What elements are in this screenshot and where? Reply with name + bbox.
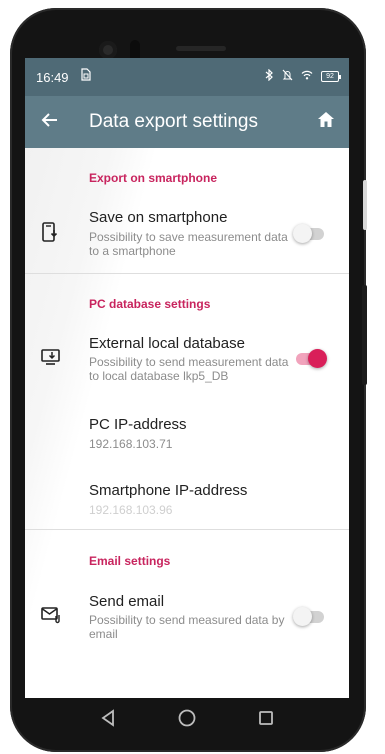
- sim-icon: [80, 68, 91, 84]
- external-database-title: External local database: [89, 335, 245, 352]
- nav-home-icon[interactable]: [175, 706, 199, 730]
- switch-knob: [293, 224, 312, 243]
- wifi-icon: [301, 70, 313, 83]
- bluetooth-icon: [265, 68, 274, 84]
- home-icon[interactable]: [315, 109, 337, 131]
- switch-knob: [293, 607, 312, 626]
- phone-download-icon: [41, 222, 59, 242]
- save-on-smartphone-title: Save on smartphone: [89, 209, 228, 226]
- save-on-smartphone-switch[interactable]: [293, 224, 324, 243]
- status-time: 16:49: [36, 70, 69, 85]
- battery-icon: 92: [321, 71, 341, 82]
- save-on-smartphone-subtitle: Possibility to save measurement data to …: [89, 230, 288, 258]
- section-title-pc: PC database settings: [89, 297, 211, 311]
- mute-icon: [282, 69, 293, 84]
- send-email-subtitle: Possibility to send measured data by ema…: [89, 613, 285, 641]
- smartphone-ip-row[interactable]: Smartphone IP-address 192.168.103.96: [25, 474, 349, 522]
- smartphone-ip-value: 192.168.103.96: [89, 503, 173, 517]
- switch-knob: [308, 349, 327, 368]
- nav-back-icon[interactable]: [96, 706, 120, 730]
- divider: [25, 273, 349, 274]
- save-on-smartphone-row[interactable]: Save on smartphone Possibility to save m…: [25, 198, 349, 274]
- screen: 16:49 92 Data export settings Export on …: [25, 58, 349, 698]
- send-email-row[interactable]: Send email Possibility to send measured …: [25, 586, 349, 648]
- pc-ip-value: 192.168.103.71: [89, 437, 173, 451]
- status-bar: 16:49 92: [25, 58, 349, 96]
- external-database-row[interactable]: External local database Possibility to s…: [25, 328, 349, 390]
- power-button: [362, 285, 367, 385]
- status-icons: 92: [265, 68, 341, 84]
- divider: [25, 529, 349, 530]
- system-navigation-bar: [25, 698, 349, 738]
- external-database-subtitle: Possibility to send measurement data to …: [89, 355, 289, 383]
- pc-ip-row[interactable]: PC IP-address 192.168.103.71: [25, 408, 349, 456]
- section-title-export: Export on smartphone: [89, 171, 218, 185]
- send-email-switch[interactable]: [293, 607, 324, 626]
- email-attachment-icon: [41, 606, 60, 624]
- app-bar: Data export settings: [25, 96, 349, 148]
- pc-ip-title: PC IP-address: [89, 416, 187, 433]
- section-title-email: Email settings: [89, 554, 171, 568]
- send-email-title: Send email: [89, 593, 165, 610]
- volume-button: [363, 180, 367, 230]
- page-title: Data export settings: [89, 111, 258, 132]
- monitor-download-icon: [41, 348, 60, 366]
- front-camera: [99, 41, 117, 59]
- nav-recents-icon[interactable]: [254, 706, 278, 730]
- external-database-switch[interactable]: [296, 349, 327, 368]
- arrow-back-icon[interactable]: [39, 109, 61, 131]
- earpiece-speaker: [176, 46, 226, 51]
- smartphone-ip-title: Smartphone IP-address: [89, 482, 248, 499]
